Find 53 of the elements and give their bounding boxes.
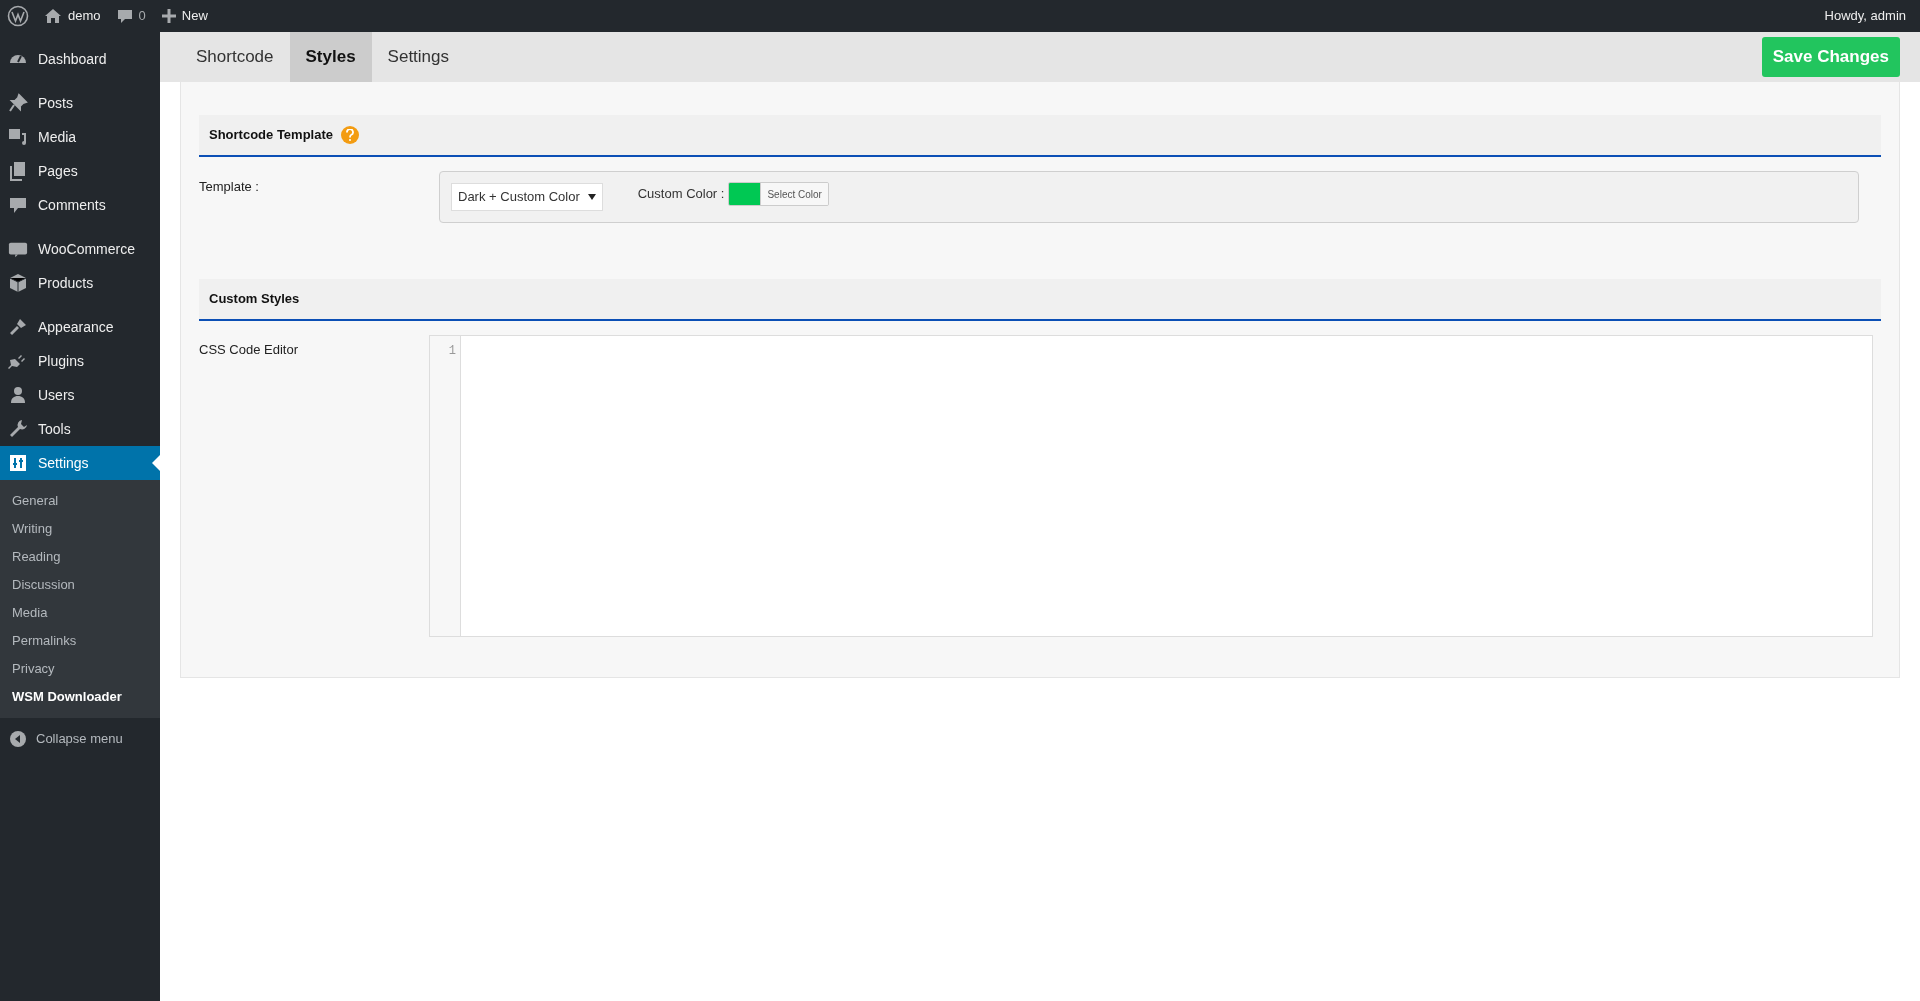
sidebar-item[interactable]: WooCommerce	[0, 232, 160, 266]
section-title: Custom Styles	[209, 290, 300, 309]
sidebar-item[interactable]: Tools	[0, 412, 160, 446]
site-link[interactable]: demo	[36, 6, 109, 26]
sidebar-item[interactable]: Media	[0, 120, 160, 154]
wordpress-logo-icon[interactable]	[7, 5, 29, 27]
current-item-pointer	[152, 455, 160, 471]
sidebar-item[interactable]: Users	[0, 378, 160, 412]
tab[interactable]: Shortcode	[180, 32, 290, 82]
sidebar-item[interactable]: Products	[0, 266, 160, 300]
submenu-item[interactable]: Privacy	[0, 655, 160, 683]
submenu-item[interactable]: Reading	[0, 543, 160, 571]
submenu-item[interactable]: Discussion	[0, 571, 160, 599]
field-label: CSS Code Editor	[199, 341, 299, 359]
submenu-item[interactable]: WSM Downloader	[0, 683, 160, 711]
dropdown-caret-icon	[587, 194, 596, 200]
sidebar-item[interactable]: Dashboard	[0, 42, 160, 76]
submenu-item[interactable]: Media	[0, 599, 160, 627]
field-label: Template :	[199, 178, 260, 196]
comments-link[interactable]: 0	[108, 6, 154, 26]
submenu-item[interactable]: General	[0, 487, 160, 515]
user-icon	[8, 385, 28, 405]
section-title: Shortcode Template	[209, 126, 333, 145]
sidebar-item[interactable]: Posts	[0, 86, 160, 120]
submenu-item[interactable]: Writing	[0, 515, 160, 543]
sidebar-item[interactable]: Appearance	[0, 310, 160, 344]
help-icon[interactable]	[341, 126, 359, 144]
media-icon	[8, 127, 28, 147]
box-icon	[8, 273, 28, 293]
plus-icon	[161, 9, 176, 23]
user-greeting[interactable]: Howdy, admin	[1824, 6, 1920, 26]
select-color-button[interactable]: Select Color	[760, 183, 828, 205]
template-select[interactable]: Dark + Custom Color	[451, 183, 603, 211]
pages-icon	[8, 161, 28, 181]
collapse-menu-button[interactable]: Collapse menu	[0, 722, 160, 756]
color-swatch[interactable]	[729, 183, 761, 205]
paintbrush-icon	[8, 317, 28, 337]
custom-color-label: Custom Color :	[637, 185, 725, 204]
sidebar-item[interactable]: Settings	[0, 446, 160, 480]
pin-icon	[8, 93, 28, 113]
sidebar-item[interactable]: Pages	[0, 154, 160, 188]
wrench-icon	[8, 419, 28, 439]
line-number: 1	[447, 343, 456, 360]
tab[interactable]: Styles	[289, 32, 372, 82]
sidebar-item[interactable]: Plugins	[0, 344, 160, 378]
comment-bubble-icon	[116, 8, 133, 24]
tab[interactable]: Settings	[371, 32, 466, 82]
speech-bubble-icon	[8, 195, 28, 215]
new-link[interactable]: New	[153, 6, 216, 26]
sliders-icon	[8, 453, 28, 473]
submenu-item[interactable]: Permalinks	[0, 627, 160, 655]
home-icon	[44, 8, 62, 24]
sidebar-item[interactable]: Comments	[0, 188, 160, 222]
